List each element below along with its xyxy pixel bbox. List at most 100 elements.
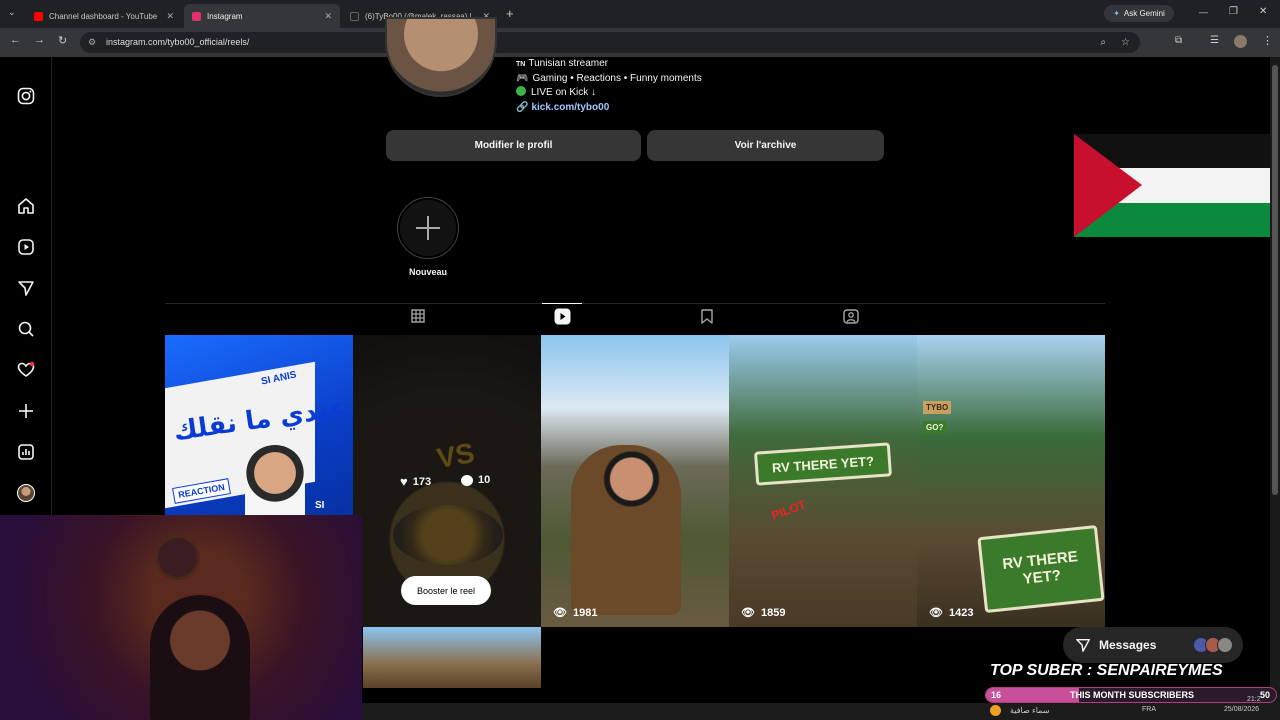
- reel-tile-food[interactable]: VS ♥ 173 10 Booster le reel: [353, 335, 541, 627]
- instagram-logo-icon[interactable]: [17, 87, 35, 105]
- thumb-rv-sign-2-line2: YET?: [1021, 566, 1062, 588]
- palestine-flag: [1074, 134, 1279, 237]
- dashboard-icon[interactable]: [17, 443, 35, 461]
- thumb-pilot-label: PILOT: [769, 497, 808, 523]
- bookmark-star-icon[interactable]: ☆: [1121, 32, 1130, 53]
- site-info-icon[interactable]: ⚙: [88, 32, 96, 53]
- back-arrow-icon[interactable]: ←: [10, 34, 21, 46]
- new-highlight-button[interactable]: [397, 197, 459, 259]
- tab-youtube[interactable]: Channel dashboard - YouTube ✕: [26, 4, 182, 28]
- direct-send-icon[interactable]: [17, 279, 35, 297]
- reading-list-icon[interactable]: ☰: [1210, 35, 1219, 46]
- extensions-icon[interactable]: ⧉: [1175, 35, 1182, 46]
- bio-line-2: 🎮 Gaming • Reactions • Funny moments: [516, 73, 702, 84]
- browser-address-bar: ← → ↻ ⚙ instagram.com/tybo00_official/re…: [0, 28, 1280, 57]
- reel-comments: 10: [461, 474, 490, 486]
- messages-send-icon: [1076, 638, 1090, 652]
- view-archive-button[interactable]: Voir l'archive: [647, 130, 884, 161]
- thumb-rv-sign-2: RV THERE YET?: [977, 524, 1105, 614]
- scrollbar-thumb[interactable]: [1272, 65, 1278, 495]
- bio-line-3: LIVE on Kick ↓: [516, 86, 702, 100]
- restore-window-icon[interactable]: ❐: [1229, 6, 1238, 17]
- subs-goal: 50: [1259, 690, 1270, 700]
- notifications-heart-icon[interactable]: [17, 361, 35, 379]
- taskbar: سماء صافية FRA 21:2 25/08/2026: [362, 696, 1280, 720]
- reel-likes: ♥ 173: [400, 474, 432, 489]
- tab-instagram-title: Instagram: [207, 11, 243, 21]
- tab-tagged-icon[interactable]: [843, 309, 859, 324]
- webcam-person: [150, 595, 250, 720]
- thumb-si: SI: [315, 500, 325, 511]
- messages-button[interactable]: Messages: [1063, 627, 1243, 663]
- tab-instagram[interactable]: Instagram ✕: [184, 4, 340, 28]
- reel-views: 👁 1859: [741, 606, 786, 620]
- close-tab-icon[interactable]: ✕: [166, 11, 174, 22]
- comment-bubble-icon: [461, 474, 473, 486]
- bio-link[interactable]: 🔗 kick.com/tybo00: [516, 101, 702, 115]
- zoom-icon[interactable]: ⌕: [1100, 32, 1106, 53]
- webcam-clock: [155, 535, 200, 580]
- thumb-tybo-sign: TYBO: [923, 401, 952, 414]
- gemini-sparkle-icon: ✦: [1113, 9, 1120, 18]
- weather-icon: [990, 705, 1001, 716]
- thumb-go-sign: GO?: [923, 421, 947, 434]
- reel-tile-next-row[interactable]: [363, 627, 541, 688]
- ask-gemini-button[interactable]: ✦ Ask Gemini: [1104, 5, 1174, 22]
- bio-flag-prefix: TN: [516, 61, 526, 68]
- tab-reels-icon[interactable]: [554, 308, 571, 325]
- reload-icon[interactable]: ↻: [58, 34, 67, 47]
- minimize-window-icon[interactable]: —: [1199, 7, 1208, 17]
- messages-avatars: [1193, 637, 1233, 653]
- url-field[interactable]: ⚙ instagram.com/tybo00_official/reels/ ⌕…: [80, 32, 1140, 53]
- new-tab-plus-icon[interactable]: +: [506, 6, 514, 21]
- profile-tabs-divider: [165, 303, 1105, 304]
- top-suber-banner: TOP SUBER : SENPAIREYMES: [990, 662, 1223, 679]
- plus-icon: [416, 216, 440, 240]
- heart-icon: ♥: [400, 474, 408, 489]
- tab-posts-grid-icon[interactable]: [411, 309, 425, 323]
- reel-tile-mountain[interactable]: 👁 1981: [541, 335, 729, 627]
- reel-tile-rv-pilot[interactable]: RV THERE YET? PILOT 👁 1859: [729, 335, 917, 627]
- reels-icon[interactable]: [17, 238, 35, 256]
- reel-tile-rv-cowboy[interactable]: RV THERE YET? GO? TYBO 👁 1423: [917, 335, 1105, 627]
- tab-list-chevron-icon[interactable]: ⌄: [8, 7, 16, 18]
- thumb-face: [245, 445, 305, 515]
- messages-label: Messages: [1099, 638, 1157, 652]
- profile-avatar[interactable]: [1234, 35, 1247, 48]
- page-scrollbar[interactable]: [1270, 57, 1280, 720]
- gamepad-emoji-icon: 🎮: [516, 73, 529, 84]
- tab-youtube-title: Channel dashboard - YouTube: [49, 11, 157, 21]
- instagram-favicon-icon: [192, 11, 201, 21]
- browser-tab-bar: ⌄ Channel dashboard - YouTube ✕ Instagra…: [0, 0, 1280, 28]
- close-window-icon[interactable]: ✕: [1259, 6, 1267, 17]
- reel-views: 👁 1423: [929, 606, 974, 620]
- tiktok-favicon-icon: [350, 11, 359, 21]
- tab-saved-bookmark-icon[interactable]: [700, 309, 714, 324]
- search-icon[interactable]: [17, 320, 35, 338]
- webcam-overlay: [0, 515, 362, 720]
- browser-menu-icon[interactable]: ⋮: [1262, 34, 1273, 47]
- ask-gemini-label: Ask Gemini: [1123, 9, 1165, 18]
- eye-icon: 👁: [929, 607, 943, 619]
- reel-tile-reaction[interactable]: عندي ما نقلك SI ANIS REACTION SI: [165, 335, 353, 515]
- active-tab-indicator: [542, 303, 582, 304]
- profile-picture[interactable]: [385, 17, 497, 97]
- edit-profile-button[interactable]: Modifier le profil: [386, 130, 641, 161]
- forward-arrow-icon[interactable]: →: [34, 34, 45, 46]
- profile-avatar[interactable]: [17, 484, 35, 502]
- home-icon[interactable]: [17, 197, 35, 215]
- clock-date: 25/08/2026: [1224, 706, 1260, 713]
- subs-label: THIS MONTH SUBSCRIBERS: [1070, 690, 1195, 700]
- reel-views: 👁 1981: [553, 606, 598, 620]
- youtube-favicon-icon: [34, 11, 43, 21]
- create-plus-icon[interactable]: [17, 402, 35, 420]
- subscriber-goal-bar: 16 THIS MONTH SUBSCRIBERS 50: [985, 687, 1277, 703]
- thumb-rv-sign: RV THERE YET?: [753, 442, 893, 486]
- subs-count: 16: [991, 690, 1002, 700]
- boost-reel-button[interactable]: Booster le reel: [401, 576, 491, 605]
- url-text: instagram.com/tybo00_official/reels/: [106, 37, 250, 47]
- close-tab-icon[interactable]: ✕: [324, 11, 332, 22]
- keyboard-language[interactable]: FRA: [1142, 706, 1156, 713]
- new-highlight-label: Nouveau: [408, 267, 447, 277]
- thumb-rv-sign-text: RV THERE YET?: [771, 452, 875, 476]
